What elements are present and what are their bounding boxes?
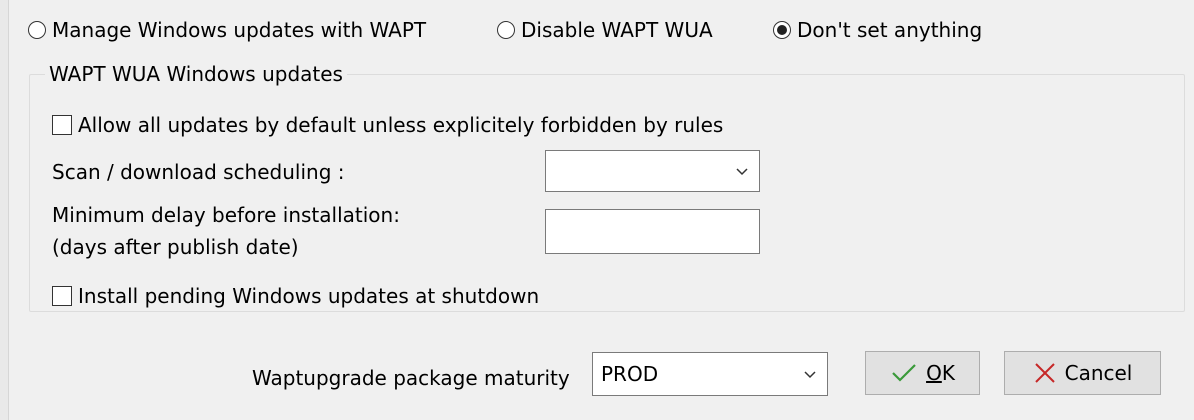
min-delay-input[interactable] — [545, 209, 760, 254]
wua-group-box — [29, 74, 1185, 312]
radio-circle — [28, 21, 46, 39]
ok-button[interactable]: OK — [865, 351, 980, 395]
radio-dont-set-anything[interactable]: Don't set anything — [773, 18, 982, 42]
radio-dot — [777, 25, 787, 35]
wua-group-title: WAPT WUA Windows updates — [45, 62, 347, 86]
window-left-edge — [0, 0, 9, 420]
min-delay-label-line1: Minimum delay before installation: — [52, 203, 400, 227]
radio-circle-selected — [773, 21, 791, 39]
radio-label: Disable WAPT WUA — [521, 18, 713, 42]
chevron-down-icon — [736, 168, 748, 176]
radio-circle — [497, 21, 515, 39]
allow-all-updates-checkbox[interactable]: Allow all updates by default unless expl… — [52, 113, 723, 137]
ok-mnemonic: O — [926, 361, 942, 385]
radio-label: Don't set anything — [797, 18, 983, 42]
min-delay-label-line2: (days after publish date) — [52, 235, 299, 259]
radio-manage-windows-updates[interactable]: Manage Windows updates with WAPT — [28, 18, 426, 42]
radio-disable-wapt-wua[interactable]: Disable WAPT WUA — [497, 18, 713, 42]
chevron-down-icon — [804, 371, 816, 379]
cancel-button[interactable]: Cancel — [1004, 351, 1161, 395]
allow-all-updates-label: Allow all updates by default unless expl… — [78, 113, 724, 137]
checkbox-box — [52, 115, 72, 135]
scan-schedule-select[interactable] — [545, 150, 760, 192]
install-at-shutdown-label: Install pending Windows updates at shutd… — [78, 284, 540, 308]
maturity-label: Waptupgrade package maturity — [252, 366, 570, 390]
maturity-select[interactable]: PROD — [592, 352, 828, 396]
scan-schedule-label: Scan / download scheduling : — [52, 160, 345, 184]
cancel-label: Cancel — [1064, 361, 1133, 385]
maturity-value: PROD — [601, 362, 659, 386]
radio-label: Manage Windows updates with WAPT — [52, 18, 427, 42]
install-at-shutdown-checkbox[interactable]: Install pending Windows updates at shutd… — [52, 284, 539, 308]
close-icon — [1034, 363, 1055, 383]
checkbox-box — [52, 286, 72, 306]
ok-label-rest: K — [941, 361, 955, 385]
checkmark-icon — [892, 364, 916, 382]
ok-label: OK — [926, 361, 955, 385]
